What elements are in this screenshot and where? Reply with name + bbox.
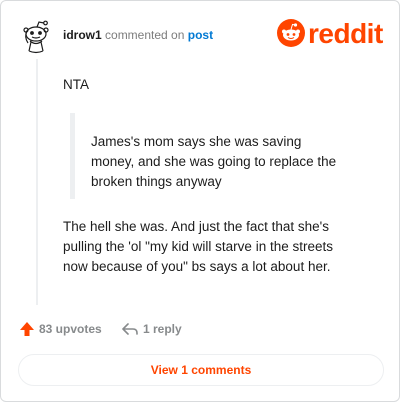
comment-paragraph: The hell she was. And just the fact that… xyxy=(63,217,383,277)
quote-line: broken things anyway xyxy=(91,174,222,189)
paragraph-line: pulling the 'ol "my kid will starve in t… xyxy=(63,239,333,254)
upvote-arrow-icon xyxy=(20,322,34,336)
post-link[interactable]: post xyxy=(188,28,213,42)
reddit-wordmark: reddit xyxy=(308,18,383,49)
quote-bar xyxy=(70,113,75,199)
view-comments-button[interactable]: View 1 comments xyxy=(18,354,384,386)
commented-on-text: commented on xyxy=(105,28,185,42)
username-link[interactable]: idrow1 xyxy=(63,28,102,42)
reply-count: 1 reply xyxy=(143,322,182,336)
comment-card: idrow1 commented on post reddit NTA Jame… xyxy=(0,0,400,402)
quote-line: money, and she was going to replace the xyxy=(91,154,337,169)
quote-block: James's mom says she was saving money, a… xyxy=(91,132,363,192)
upvotes-count: 83 upvotes xyxy=(39,322,102,336)
comment-header: idrow1 commented on post xyxy=(63,28,213,42)
avatar-icon[interactable] xyxy=(21,19,53,55)
quote-line: James's mom says she was saving xyxy=(91,134,302,149)
reddit-snoo-icon xyxy=(277,19,305,47)
paragraph-line: The hell she was. And just the fact that… xyxy=(63,219,329,234)
thread-line[interactable] xyxy=(36,59,38,305)
reply-arrow-icon xyxy=(122,323,138,335)
reddit-logo[interactable]: reddit xyxy=(277,19,387,49)
comment-text-line: NTA xyxy=(63,77,89,92)
paragraph-line: now because of you" bs says a lot about … xyxy=(63,259,331,274)
